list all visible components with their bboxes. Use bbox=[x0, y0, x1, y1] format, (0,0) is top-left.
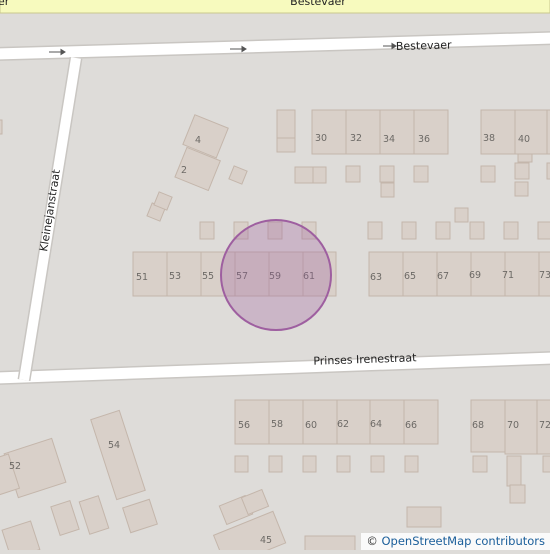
house-number: 53 bbox=[169, 271, 181, 282]
house-number: 69 bbox=[469, 270, 481, 281]
house-number: 56 bbox=[238, 420, 250, 431]
map-attribution: © OpenStreetMap contributors bbox=[361, 533, 550, 550]
house-number: 40 bbox=[518, 134, 530, 145]
house-number: 68 bbox=[472, 420, 484, 431]
street-label-fragment: er bbox=[0, 0, 10, 8]
house-number: 67 bbox=[437, 271, 449, 282]
location-marker-circle[interactable] bbox=[221, 220, 331, 330]
house-number: 58 bbox=[271, 419, 283, 430]
road-bestevaer-top bbox=[0, 0, 550, 13]
house-number: 2 bbox=[181, 165, 187, 176]
house-number: 71 bbox=[502, 270, 514, 281]
attribution-link[interactable]: OpenStreetMap contributors bbox=[381, 534, 545, 548]
house-number: 72 bbox=[539, 420, 550, 431]
house-number: 45 bbox=[260, 535, 272, 546]
house-number: 34 bbox=[383, 134, 395, 145]
house-number: 63 bbox=[370, 272, 382, 283]
map-view[interactable]: 30 32 34 36 38 40 51 53 55 57 59 61 63 6… bbox=[0, 0, 550, 550]
house-number: 4 bbox=[195, 135, 201, 146]
house-number: 70 bbox=[507, 420, 519, 431]
house-number: 54 bbox=[108, 440, 120, 451]
house-number: 38 bbox=[483, 133, 495, 144]
house-number: 30 bbox=[315, 133, 327, 144]
house-number: 52 bbox=[9, 461, 21, 472]
house-number: 62 bbox=[337, 419, 349, 430]
house-number: 36 bbox=[418, 134, 430, 145]
house-number: 65 bbox=[404, 271, 416, 282]
house-number: 60 bbox=[305, 420, 317, 431]
house-number: 32 bbox=[350, 133, 362, 144]
house-number: 64 bbox=[370, 419, 382, 430]
street-label-bestevaer: Bestevaer bbox=[396, 38, 452, 53]
copyright-symbol: © bbox=[366, 534, 378, 548]
house-number: 73 bbox=[539, 270, 550, 281]
house-number: 66 bbox=[405, 420, 417, 431]
street-label-bestevaer-top: Bestevaer bbox=[290, 0, 346, 8]
house-number: 51 bbox=[136, 272, 148, 283]
house-number: 55 bbox=[202, 271, 214, 282]
